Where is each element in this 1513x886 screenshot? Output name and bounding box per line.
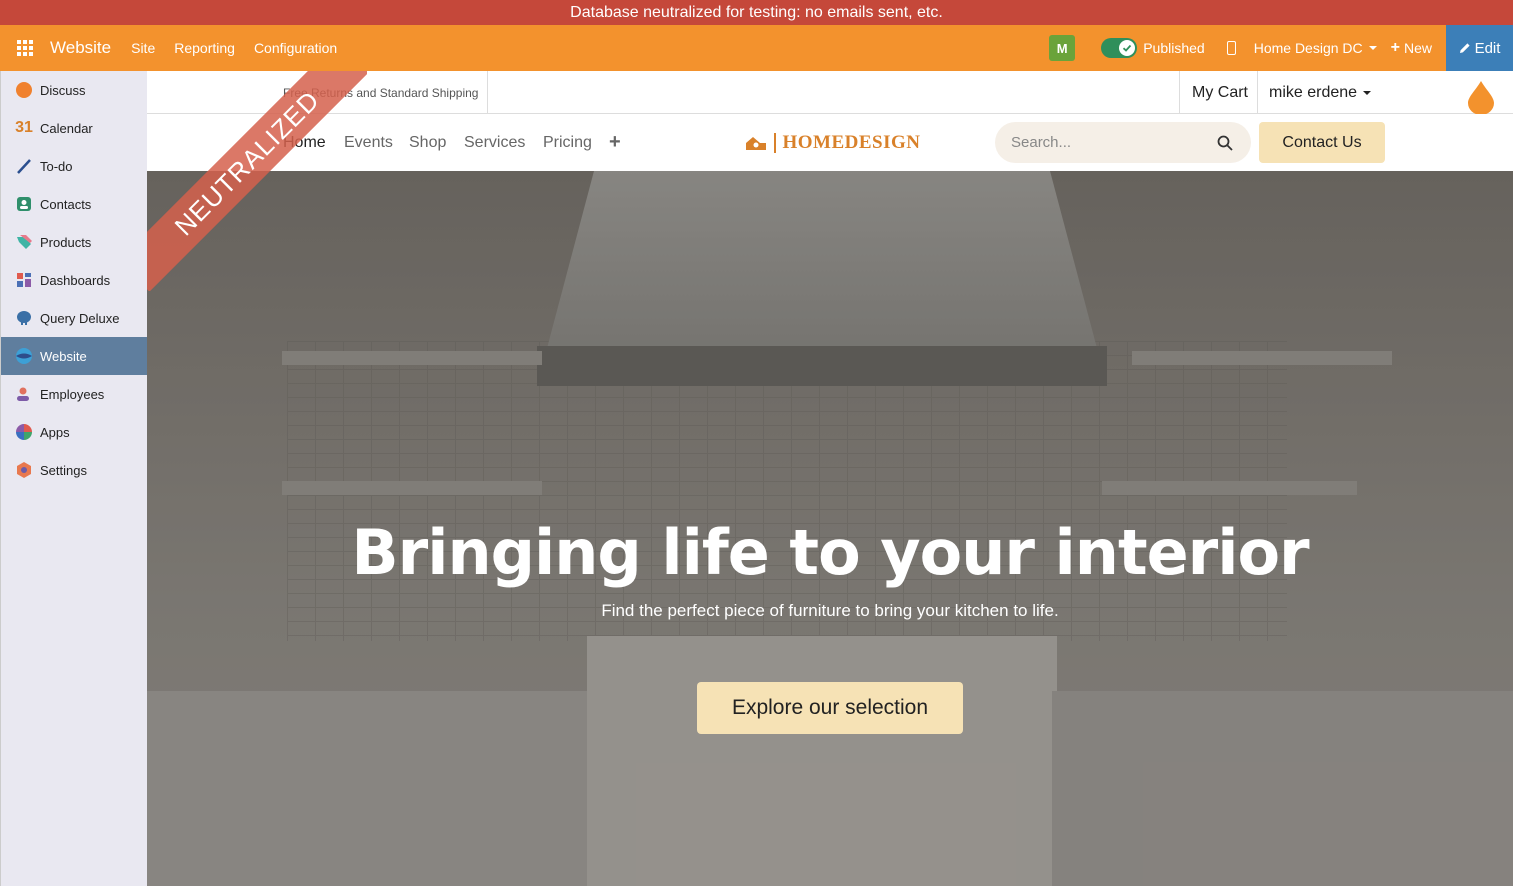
house-logo-icon xyxy=(746,136,766,150)
contacts-icon xyxy=(14,194,34,214)
discuss-icon xyxy=(14,80,34,100)
logo-text: HOMEDESIGN xyxy=(782,131,921,153)
sidebar-item-label: Query Deluxe xyxy=(40,310,120,326)
apps-icon xyxy=(14,422,34,442)
menu-configuration[interactable]: Configuration xyxy=(254,40,337,56)
pencil-icon xyxy=(1459,43,1470,53)
neutralized-banner: Database neutralized for testing: no ema… xyxy=(0,0,1513,25)
site-main-nav: Home Events Shop Services Pricing + HOME… xyxy=(147,114,1513,171)
sidebar-item-employees[interactable]: Employees xyxy=(1,375,147,413)
sidebar-item-discuss[interactable]: Discuss xyxy=(1,71,147,109)
sidebar-item-contacts[interactable]: Contacts xyxy=(1,185,147,223)
mobile-preview-icon[interactable] xyxy=(1226,41,1236,55)
app-menu-icon[interactable] xyxy=(0,25,50,71)
sidebar-item-label: Products xyxy=(40,234,92,250)
calendar-icon: 31 xyxy=(15,119,33,136)
sidebar-item-todo[interactable]: To-do xyxy=(1,147,147,185)
user-menu[interactable]: mike erdene xyxy=(1269,71,1372,114)
nav-events[interactable]: Events xyxy=(344,114,393,171)
edit-label: Edit xyxy=(1474,39,1501,57)
sidebar-item-settings[interactable]: Settings xyxy=(1,451,147,489)
menu-site[interactable]: Site xyxy=(131,40,155,56)
hero-subtitle: Find the perfect piece of furniture to b… xyxy=(601,601,1059,620)
app-brand[interactable]: Website xyxy=(50,38,111,58)
website-icon xyxy=(14,346,34,366)
search-placeholder: Search... xyxy=(1011,134,1072,151)
sidebar-item-label: Contacts xyxy=(40,196,92,212)
chevron-down-icon xyxy=(1368,46,1377,50)
explore-selection-button[interactable]: Explore our selection xyxy=(697,682,963,734)
sidebar-item-label: To-do xyxy=(40,158,73,174)
sidebar-item-products[interactable]: Products xyxy=(1,223,147,261)
products-icon xyxy=(14,232,34,252)
sidebar-item-apps[interactable]: Apps xyxy=(1,413,147,451)
search-icon[interactable] xyxy=(1217,135,1233,151)
sidebar-item-website[interactable]: Website xyxy=(1,337,147,375)
top-navbar: Website Site Reporting Configuration M P… xyxy=(0,25,1513,71)
drop-icon[interactable] xyxy=(1467,79,1495,115)
search-input[interactable]: Search... xyxy=(995,122,1251,163)
sidebar-item-label: Discuss xyxy=(40,82,86,98)
sidebar-item-label: Settings xyxy=(40,462,87,478)
contact-us-button[interactable]: Contact Us xyxy=(1259,122,1385,163)
nav-shop[interactable]: Shop xyxy=(409,114,446,171)
sidebar-item-calendar[interactable]: 31 Calendar xyxy=(1,109,147,147)
nav-services[interactable]: Services xyxy=(464,114,525,171)
logo-divider xyxy=(774,132,776,153)
settings-icon xyxy=(14,460,34,480)
todo-icon xyxy=(14,156,34,176)
add-menu-plus-icon[interactable]: + xyxy=(609,114,621,171)
sidebar-item-query-deluxe[interactable]: Query Deluxe xyxy=(1,299,147,337)
nav-home[interactable]: Home xyxy=(283,114,326,171)
website-preview: Free Returns and Standard Shipping My Ca… xyxy=(147,71,1513,886)
sidebar-item-label: Employees xyxy=(40,386,105,402)
query-deluxe-icon xyxy=(14,308,34,328)
employees-icon xyxy=(14,384,34,404)
sidebar-item-label: Calendar xyxy=(40,120,93,136)
dashboards-icon xyxy=(14,270,34,290)
avatar[interactable]: M xyxy=(1049,35,1076,61)
website-selector-label: Home Design DC xyxy=(1253,40,1363,56)
my-cart-link[interactable]: My Cart xyxy=(1179,71,1258,114)
sidebar-item-label: Dashboards xyxy=(40,272,111,288)
new-button[interactable]: + New xyxy=(1391,39,1432,57)
new-label: New xyxy=(1403,40,1432,56)
site-topbar: Free Returns and Standard Shipping My Ca… xyxy=(147,71,1513,115)
homedesign-logo[interactable]: HOMEDESIGN xyxy=(745,114,921,171)
website-selector[interactable]: Home Design DC xyxy=(1254,40,1377,56)
nav-pricing[interactable]: Pricing xyxy=(543,114,592,171)
menu-reporting[interactable]: Reporting xyxy=(174,40,235,56)
apps-sidebar: Discuss 31 Calendar To-do Contacts Produ… xyxy=(0,71,147,886)
chevron-down-icon xyxy=(1363,90,1372,95)
promo-text: Free Returns and Standard Shipping xyxy=(283,71,489,114)
sidebar-item-label: Website xyxy=(40,348,87,364)
check-icon xyxy=(1119,40,1136,56)
plus-icon: + xyxy=(1390,39,1400,56)
published-toggle[interactable] xyxy=(1101,38,1138,58)
hero-title: Bringing life to your interior xyxy=(351,516,1309,589)
sidebar-item-dashboards[interactable]: Dashboards xyxy=(1,261,147,299)
published-label[interactable]: Published xyxy=(1143,40,1205,56)
edit-button[interactable]: Edit xyxy=(1446,25,1513,71)
sidebar-item-label: Apps xyxy=(40,424,70,440)
user-name: mike erdene xyxy=(1269,83,1358,101)
hero-section: Bringing life to your interior Find the … xyxy=(147,171,1513,886)
